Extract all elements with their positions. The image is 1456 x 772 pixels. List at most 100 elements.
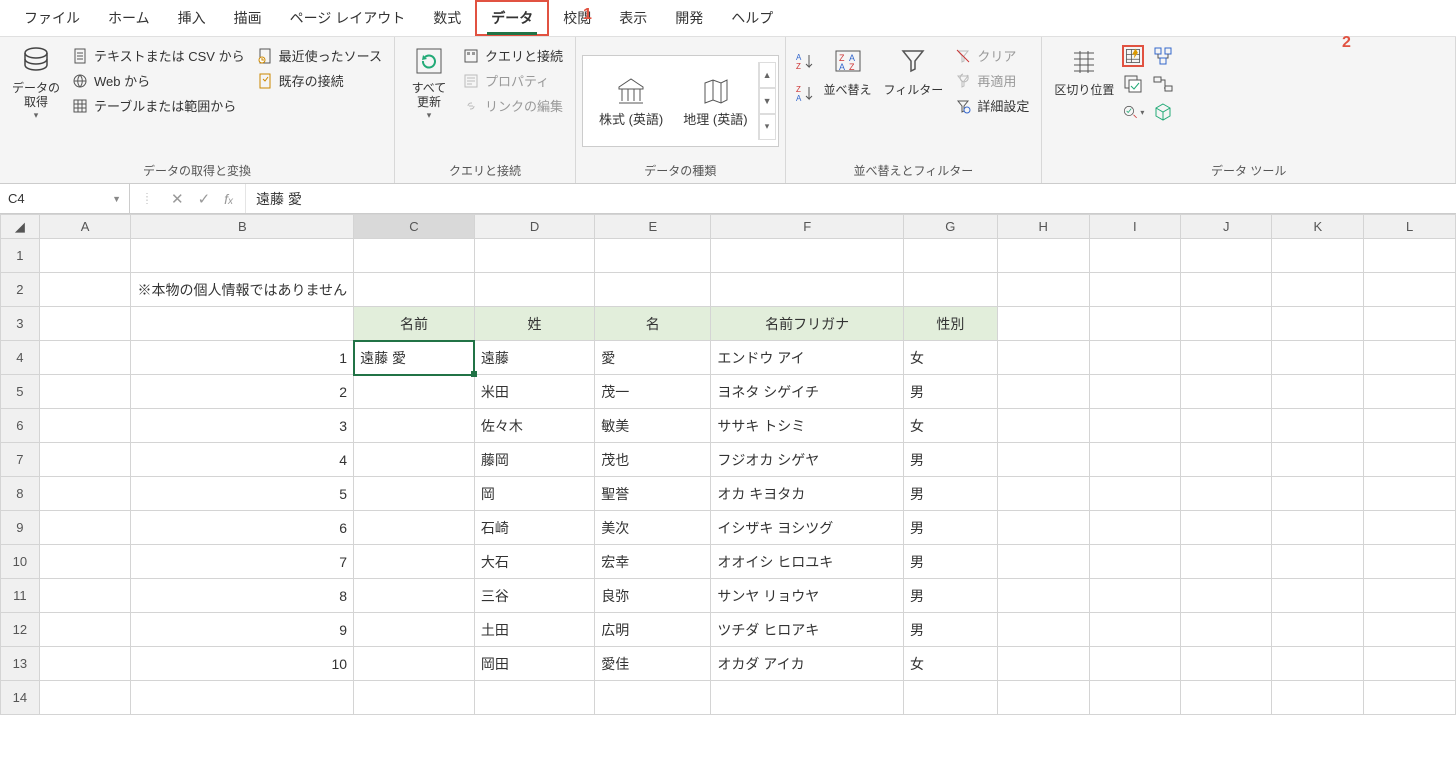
cell-B10[interactable]: 7 [131,545,354,579]
cell-C8[interactable] [354,477,475,511]
cell-L2[interactable] [1364,273,1456,307]
cell-H11[interactable] [997,579,1089,613]
cell-L11[interactable] [1364,579,1456,613]
cell-J13[interactable] [1180,647,1272,681]
cell-K13[interactable] [1272,647,1364,681]
text-to-columns-button[interactable]: 区切り位置 [1048,41,1120,98]
from-table-button[interactable]: テーブルまたは範囲から [68,95,249,116]
cell-K11[interactable] [1272,579,1364,613]
reapply-button[interactable]: 再適用 [951,70,1033,91]
cell-D6[interactable]: 佐々木 [474,409,594,443]
cell-H3[interactable] [997,307,1089,341]
row-header-11[interactable]: 11 [1,579,40,613]
col-header-E[interactable]: E [595,215,711,239]
cell-K1[interactable] [1272,239,1364,273]
name-box[interactable]: C4 ▼ [0,184,130,213]
gallery-up-button[interactable]: ▲ [759,62,776,88]
relationships-button[interactable] [1152,73,1174,95]
cell-A7[interactable] [39,443,131,477]
cancel-icon[interactable]: ✕ [171,190,184,208]
row-header-10[interactable]: 10 [1,545,40,579]
cell-G1[interactable] [903,239,997,273]
cell-I5[interactable] [1089,375,1180,409]
cell-D12[interactable]: 土田 [474,613,594,647]
col-header-D[interactable]: D [474,215,594,239]
menu-ホーム[interactable]: ホーム [94,2,164,34]
cell-L6[interactable] [1364,409,1456,443]
cell-B7[interactable]: 4 [131,443,354,477]
cell-L13[interactable] [1364,647,1456,681]
flash-fill-button[interactable] [1122,45,1144,67]
cell-I6[interactable] [1089,409,1180,443]
col-header-I[interactable]: I [1089,215,1180,239]
cell-F9[interactable]: イシザキ ヨシツグ [711,511,904,545]
cell-E9[interactable]: 美次 [595,511,711,545]
menu-表示[interactable]: 表示 [605,2,661,34]
sort-asc-button[interactable]: AZ [794,51,816,73]
recent-sources-button[interactable]: 最近使ったソース [253,45,386,66]
manage-data-model-button[interactable] [1152,101,1174,123]
edit-links-button[interactable]: リンクの編集 [459,95,567,116]
cell-A6[interactable] [39,409,131,443]
cell-E3[interactable]: 名 [595,307,711,341]
cell-B9[interactable]: 6 [131,511,354,545]
cell-B5[interactable]: 2 [131,375,354,409]
consolidate-button[interactable] [1152,45,1174,67]
cell-I7[interactable] [1089,443,1180,477]
gallery-more-button[interactable]: ▾ [759,114,776,140]
row-header-12[interactable]: 12 [1,613,40,647]
cell-C5[interactable] [354,375,475,409]
cell-D2[interactable] [474,273,594,307]
cell-I9[interactable] [1089,511,1180,545]
cell-G11[interactable]: 男 [903,579,997,613]
cell-G2[interactable] [903,273,997,307]
cell-H10[interactable] [997,545,1089,579]
row-header-2[interactable]: 2 [1,273,40,307]
cell-D11[interactable]: 三谷 [474,579,594,613]
cell-I12[interactable] [1089,613,1180,647]
cell-C9[interactable] [354,511,475,545]
cell-F7[interactable]: フジオカ シゲヤ [711,443,904,477]
cell-B1[interactable] [131,239,354,273]
cell-J4[interactable] [1180,341,1272,375]
cell-J14[interactable] [1180,681,1272,715]
cell-A3[interactable] [39,307,131,341]
cell-C14[interactable] [354,681,475,715]
cell-C13[interactable] [354,647,475,681]
cell-K3[interactable] [1272,307,1364,341]
cell-H13[interactable] [997,647,1089,681]
cell-C4[interactable]: 遠藤 愛 [354,341,475,375]
cell-E4[interactable]: 愛 [595,341,711,375]
cell-J5[interactable] [1180,375,1272,409]
cell-E8[interactable]: 聖誉 [595,477,711,511]
cell-C1[interactable] [354,239,475,273]
menu-データ[interactable]: データ [475,0,549,36]
row-header-8[interactable]: 8 [1,477,40,511]
cell-I11[interactable] [1089,579,1180,613]
cell-D1[interactable] [474,239,594,273]
cell-E7[interactable]: 茂也 [595,443,711,477]
cell-F6[interactable]: ササキ トシミ [711,409,904,443]
menu-挿入[interactable]: 挿入 [164,2,220,34]
cell-F8[interactable]: オカ キヨタカ [711,477,904,511]
advanced-filter-button[interactable]: 詳細設定 [951,95,1033,116]
cell-E11[interactable]: 良弥 [595,579,711,613]
cell-F14[interactable] [711,681,904,715]
cell-A8[interactable] [39,477,131,511]
cell-D10[interactable]: 大石 [474,545,594,579]
cell-H5[interactable] [997,375,1089,409]
cell-F11[interactable]: サンヤ リョウヤ [711,579,904,613]
col-header-H[interactable]: H [997,215,1089,239]
cell-G9[interactable]: 男 [903,511,997,545]
cell-I13[interactable] [1089,647,1180,681]
cell-D3[interactable]: 姓 [474,307,594,341]
cell-G14[interactable] [903,681,997,715]
cell-H9[interactable] [997,511,1089,545]
cell-G13[interactable]: 女 [903,647,997,681]
row-header-9[interactable]: 9 [1,511,40,545]
cell-B13[interactable]: 10 [131,647,354,681]
cell-J12[interactable] [1180,613,1272,647]
cell-H6[interactable] [997,409,1089,443]
cell-E2[interactable] [595,273,711,307]
cell-C3[interactable]: 名前 [354,307,475,341]
